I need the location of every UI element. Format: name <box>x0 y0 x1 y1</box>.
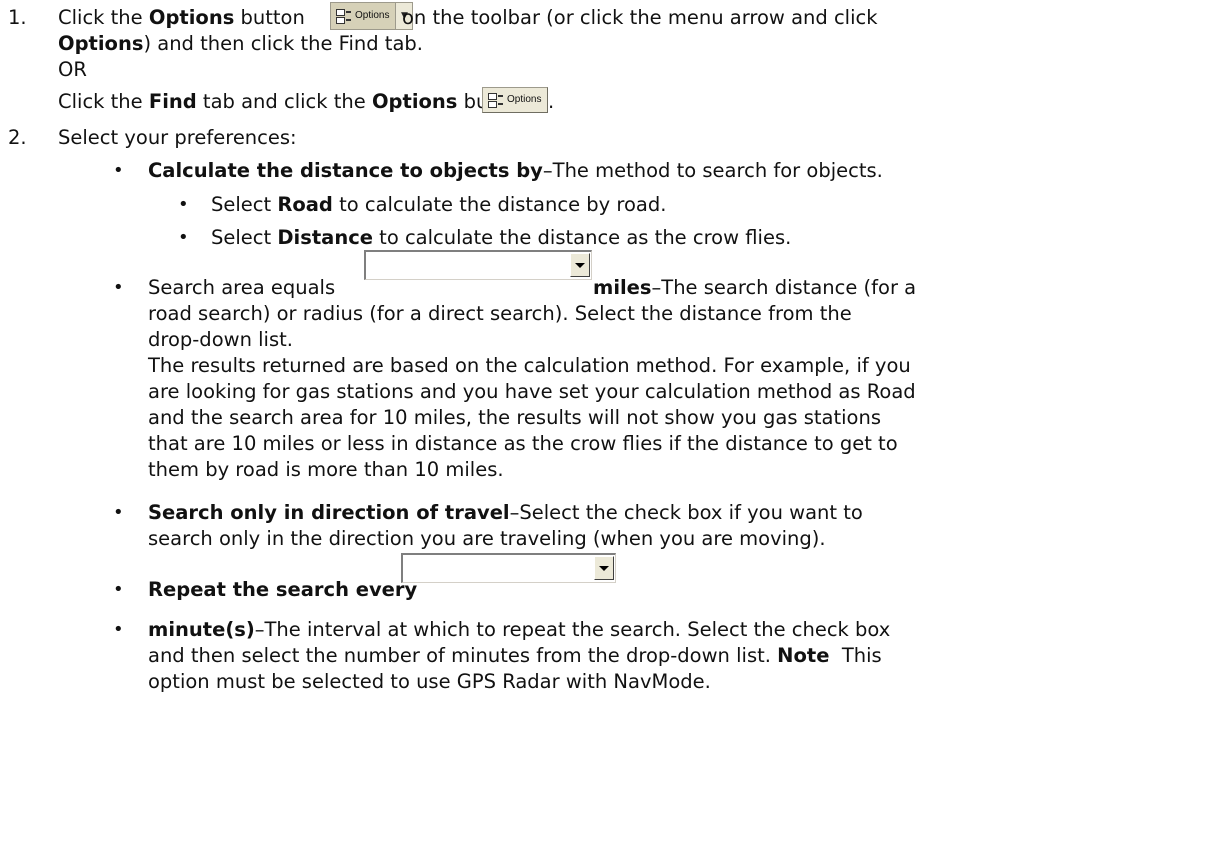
bullet: • <box>113 619 124 640</box>
road-term: Road <box>277 193 333 216</box>
text: ) and then click the Find tab. <box>143 32 423 55</box>
search-area-line7: that are 10 miles or less in distance as… <box>148 432 898 455</box>
checklist-icon <box>487 92 503 108</box>
text: Select <box>211 193 278 216</box>
or-text: OR <box>58 58 87 81</box>
step1-line1: Click the Options button <box>58 5 305 31</box>
chevron-down-icon <box>575 262 585 268</box>
search-area-line6: and the search area for 10 miles, the re… <box>148 406 881 429</box>
options-term: Options <box>371 90 458 113</box>
text: –Select the check box if you want to <box>509 501 863 524</box>
search-area-line8: them by road is more than 10 miles. <box>148 458 504 481</box>
options-term: Options <box>148 6 235 29</box>
dropdown-button[interactable] <box>570 253 590 277</box>
text: on the toolbar (or click the menu arrow … <box>402 6 878 29</box>
find-term: Find <box>148 90 197 113</box>
distance-line: Select Distance to calculate the distanc… <box>211 225 791 251</box>
dropdown-button[interactable] <box>594 556 614 580</box>
text: –The interval at which to repeat the sea… <box>254 618 891 641</box>
minutes-line1: minute(s)–The interval at which to repea… <box>148 617 890 643</box>
step2-text: Select your preferences: <box>58 126 297 149</box>
text: to calculate the distance as the crow fl… <box>372 226 792 249</box>
bullet: • <box>178 194 189 215</box>
text: –The method to search for objects. <box>542 159 883 182</box>
text: Click the <box>58 90 149 113</box>
text: button <box>234 6 305 29</box>
step-number: 1. <box>8 6 27 29</box>
direction-line1: Search only in direction of travel–Selec… <box>148 500 863 526</box>
options-button-label: Options <box>355 10 390 21</box>
help-page: 1. Click the Options button Options ▼ on… <box>0 0 1218 848</box>
text: and then select the number of minutes fr… <box>148 644 778 667</box>
distance-term: Distance <box>277 226 373 249</box>
text: –The search distance (for a <box>651 276 917 299</box>
calc-line: Calculate the distance to objects by–The… <box>148 158 883 184</box>
text: Click the <box>58 6 149 29</box>
road-line: Select Road to calculate the distance by… <box>211 192 666 218</box>
options-button-main[interactable]: Options <box>331 3 396 29</box>
minutes-line3: option must be selected to use GPS Radar… <box>148 670 711 693</box>
search-area-select[interactable] <box>364 250 592 280</box>
options-button[interactable]: Options <box>482 87 549 113</box>
step1-line4: Click the Find tab and click the Options… <box>58 89 528 115</box>
search-area-label: Search area equals <box>148 276 336 299</box>
calc-term: Calculate the distance to objects by <box>148 159 543 182</box>
bullet: • <box>113 160 124 181</box>
text: tab and click the <box>196 90 372 113</box>
miles-term: miles <box>593 276 652 299</box>
options-button-label: Options <box>507 94 542 105</box>
step1-line2: Options) and then click the Find tab. <box>58 31 423 57</box>
text: This <box>829 644 882 667</box>
repeat-label: Repeat the search every <box>148 578 418 601</box>
bullet: • <box>113 277 124 298</box>
bullet: • <box>178 227 189 248</box>
period: . <box>548 90 555 113</box>
step-number: 2. <box>8 126 27 149</box>
search-area-line4: The results returned are based on the ca… <box>148 354 911 377</box>
note-term: Note <box>777 644 830 667</box>
bullet: • <box>113 579 124 600</box>
checklist-icon <box>335 8 351 24</box>
search-area-line2: road search) or radius (for a direct sea… <box>148 302 852 325</box>
text: Select <box>211 226 278 249</box>
direction-term: Search only in direction of travel <box>148 501 510 524</box>
direction-line2: search only in the direction you are tra… <box>148 527 826 550</box>
minutes-line2: and then select the number of minutes fr… <box>148 643 882 669</box>
search-area-line3: drop-down list. <box>148 328 293 351</box>
minutes-term: minute(s) <box>148 618 255 641</box>
options-split-button[interactable]: Options ▼ <box>330 2 414 30</box>
bullet: • <box>113 502 124 523</box>
text: to calculate the distance by road. <box>332 193 667 216</box>
repeat-interval-select[interactable] <box>401 553 616 583</box>
search-area-line1: miles–The search distance (for a <box>593 275 916 301</box>
chevron-down-icon <box>599 565 609 571</box>
step1-line1b: on the toolbar (or click the menu arrow … <box>402 5 878 31</box>
options-term: Options <box>58 32 144 55</box>
search-area-line5: are looking for gas stations and you hav… <box>148 380 916 403</box>
